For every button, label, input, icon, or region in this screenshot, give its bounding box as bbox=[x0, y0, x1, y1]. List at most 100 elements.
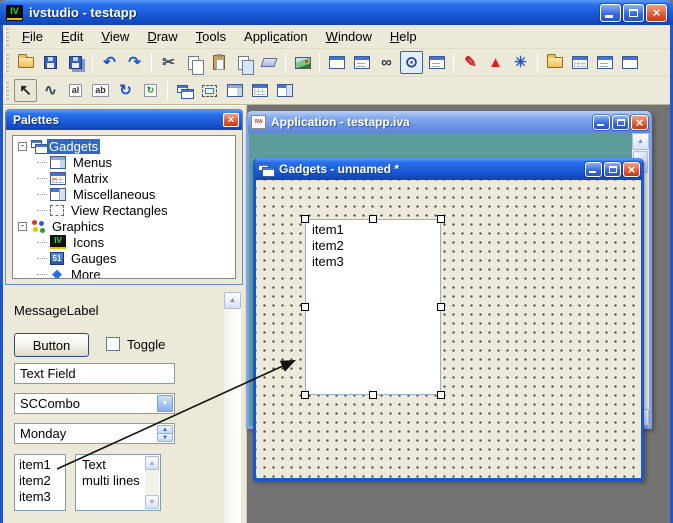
edit-note-button[interactable]: ✎ bbox=[459, 51, 482, 74]
menu-window[interactable]: Window bbox=[317, 25, 381, 48]
menu-view[interactable]: View bbox=[92, 25, 138, 48]
resize-handle-bottom-middle[interactable] bbox=[369, 391, 377, 399]
application-titlebar[interactable]: Application - testapp.iva bbox=[248, 111, 650, 133]
focus-rect-button[interactable] bbox=[198, 79, 221, 102]
list-item[interactable]: item2 bbox=[312, 238, 434, 254]
spline-button[interactable]: ∿ bbox=[39, 79, 62, 102]
tree-item-icons[interactable]: Icons bbox=[15, 234, 233, 250]
palette-grid-button[interactable] bbox=[568, 51, 591, 74]
gadgets-titlebar[interactable]: Gadgets - unnamed * bbox=[255, 158, 642, 180]
undo-button[interactable]: ↶ bbox=[98, 51, 121, 74]
gadgets-maximize-button[interactable] bbox=[604, 162, 621, 177]
app-maximize-button[interactable] bbox=[612, 115, 629, 130]
palettes-close-button[interactable] bbox=[223, 113, 239, 127]
menu-help[interactable]: Help bbox=[381, 25, 426, 48]
resize-handle-bottom-right[interactable] bbox=[437, 391, 445, 399]
details-button[interactable] bbox=[425, 51, 448, 74]
list-item[interactable]: item1 bbox=[312, 222, 434, 238]
reload-button[interactable]: ↻ bbox=[139, 79, 162, 102]
toolbar2-gripper[interactable] bbox=[5, 82, 9, 100]
open-panel-button[interactable] bbox=[543, 51, 566, 74]
debug-button[interactable]: ✳ bbox=[509, 51, 532, 74]
tree-item-menus[interactable]: Menus bbox=[15, 154, 233, 170]
warnings-button[interactable]: ▲ bbox=[484, 51, 507, 74]
menus-palette-button[interactable] bbox=[223, 79, 246, 102]
palettes-titlebar[interactable]: Palettes bbox=[6, 110, 242, 130]
menu-file[interactable]: File bbox=[13, 25, 52, 48]
save-all-button[interactable] bbox=[64, 51, 87, 74]
gadgets-minimize-button[interactable] bbox=[585, 162, 602, 177]
window-find-button[interactable] bbox=[618, 51, 641, 74]
label-button[interactable]: al bbox=[64, 79, 87, 102]
rotate-button[interactable]: ↻ bbox=[114, 79, 137, 102]
menu-draw[interactable]: Draw bbox=[138, 25, 186, 48]
list-item[interactable]: multi lines bbox=[82, 473, 142, 489]
paste-button[interactable] bbox=[207, 51, 230, 74]
redo-button[interactable]: ↷ bbox=[123, 51, 146, 74]
open-button[interactable] bbox=[14, 51, 37, 74]
resize-handle-top-left[interactable] bbox=[301, 215, 309, 223]
app-close-button[interactable] bbox=[631, 115, 648, 130]
app-minimize-button[interactable] bbox=[593, 115, 610, 130]
spinner-sample[interactable]: Monday bbox=[14, 423, 175, 444]
select-button[interactable]: ↖ bbox=[14, 79, 37, 102]
menu-tools[interactable]: Tools bbox=[187, 25, 235, 48]
menubar-gripper[interactable] bbox=[5, 28, 9, 46]
zoom-button[interactable]: ⊙ bbox=[400, 51, 423, 74]
toggle-checkbox[interactable] bbox=[106, 337, 120, 351]
tree-item-gauges[interactable]: Gauges bbox=[15, 250, 233, 266]
image-button[interactable] bbox=[291, 51, 314, 74]
toolbar1-gripper[interactable] bbox=[5, 54, 9, 72]
tree-item-miscellaneous[interactable]: Miscellaneous bbox=[15, 186, 233, 202]
list-sample[interactable]: item1item2item3 bbox=[14, 454, 66, 511]
find-button[interactable]: ∞ bbox=[375, 51, 398, 74]
tree-expander-icon[interactable]: - bbox=[18, 222, 27, 231]
form-inspector-button[interactable] bbox=[350, 51, 373, 74]
message-label-sample[interactable]: MessageLabel bbox=[14, 303, 99, 318]
resize-handle-middle-right[interactable] bbox=[437, 303, 445, 311]
panel-preview-button[interactable] bbox=[325, 51, 348, 74]
palette-scrollbar[interactable] bbox=[224, 292, 241, 523]
tree-expander-icon[interactable]: - bbox=[18, 142, 27, 151]
tree-item-more[interactable]: More bbox=[15, 266, 233, 279]
duplicate-button[interactable] bbox=[232, 51, 255, 74]
textarea-sample[interactable]: Textmulti lines bbox=[75, 454, 161, 511]
textarea-scrollbar[interactable] bbox=[145, 456, 159, 509]
matrix-palette-button[interactable] bbox=[248, 79, 271, 102]
cut-button[interactable]: ✂ bbox=[157, 51, 180, 74]
text-field-sample[interactable]: Text Field bbox=[14, 363, 175, 384]
gadgets-palette-button[interactable] bbox=[173, 79, 196, 102]
spinner-down-icon[interactable] bbox=[157, 433, 173, 442]
scroll-up-icon[interactable] bbox=[145, 456, 159, 470]
gadgets-close-button[interactable] bbox=[623, 162, 640, 177]
list-item[interactable]: item2 bbox=[19, 473, 61, 489]
combo-sample[interactable]: SCCombo bbox=[14, 393, 175, 414]
close-button[interactable] bbox=[646, 4, 667, 22]
resize-handle-middle-left[interactable] bbox=[301, 303, 309, 311]
resize-handle-top-right[interactable] bbox=[437, 215, 445, 223]
main-titlebar[interactable]: ivstudio - testapp bbox=[0, 0, 673, 25]
minimize-button[interactable] bbox=[600, 4, 621, 22]
tree-item-matrix[interactable]: Matrix bbox=[15, 170, 233, 186]
maximize-button[interactable] bbox=[623, 4, 644, 22]
toggle-label[interactable]: Toggle bbox=[127, 337, 165, 352]
tree-item-gadgets[interactable]: -Gadgets bbox=[15, 138, 233, 154]
list-item[interactable]: Text bbox=[82, 457, 142, 473]
resize-handle-bottom-left[interactable] bbox=[301, 391, 309, 399]
save-button[interactable] bbox=[39, 51, 62, 74]
list-item[interactable]: item3 bbox=[312, 254, 434, 270]
tree-item-view-rectangles[interactable]: View Rectangles bbox=[15, 202, 233, 218]
menu-edit[interactable]: Edit bbox=[52, 25, 92, 48]
list-item[interactable]: item1 bbox=[19, 457, 61, 473]
tree-item-graphics[interactable]: -Graphics bbox=[15, 218, 233, 234]
combo-dropdown-icon[interactable] bbox=[157, 395, 173, 412]
button-sample[interactable]: Button bbox=[14, 333, 89, 357]
canvas-list-widget[interactable]: item1item2item3 bbox=[305, 219, 441, 395]
design-canvas[interactable]: item1item2item3 bbox=[256, 180, 641, 478]
copy-button[interactable] bbox=[182, 51, 205, 74]
list-item[interactable]: item3 bbox=[19, 489, 61, 505]
resize-handle-top-middle[interactable] bbox=[369, 215, 377, 223]
scroll-down-icon[interactable] bbox=[145, 495, 159, 509]
palette-scroll-up-icon[interactable] bbox=[224, 292, 241, 309]
app-scroll-up-icon[interactable] bbox=[632, 133, 649, 150]
